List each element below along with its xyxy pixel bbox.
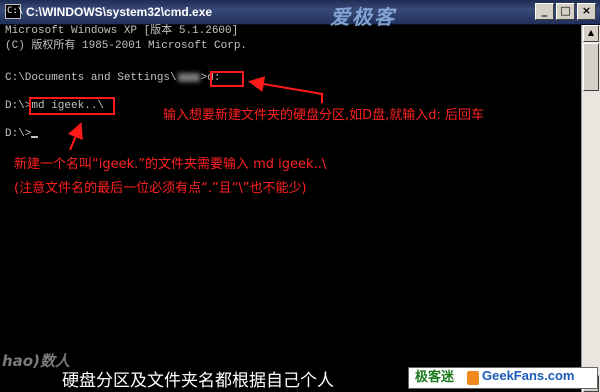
annotation-arrows — [68, 76, 323, 151]
annotation-md-note: (注意文件名的最后一位必须有点“.”且“\”也不能少) — [14, 181, 307, 196]
annotation-drive-tip: 输入想要新建文件夹的硬盘分区,如D盘,就输入d: 后回车 — [163, 108, 485, 123]
annotation-md-tip: 新建一个名叫“igeek.”的文件夹需要输入 md igeek..\ — [14, 157, 327, 172]
brand-name-en: GeekFans.com — [482, 368, 575, 383]
brand-logo: 极客迷 GeekFans.com — [408, 367, 598, 389]
caption-text: 硬盘分区及文件夹名都根据自己个人 — [62, 371, 334, 391]
brand-name-cn: 极客迷 — [415, 370, 455, 385]
cmd-window: C:\ C:\WINDOWS\system32\cmd.exe 爱极客 _ □ … — [0, 0, 600, 392]
brand-icon — [467, 371, 479, 385]
arrow-to-md — [68, 122, 83, 151]
arrow-to-drive — [248, 76, 323, 103]
